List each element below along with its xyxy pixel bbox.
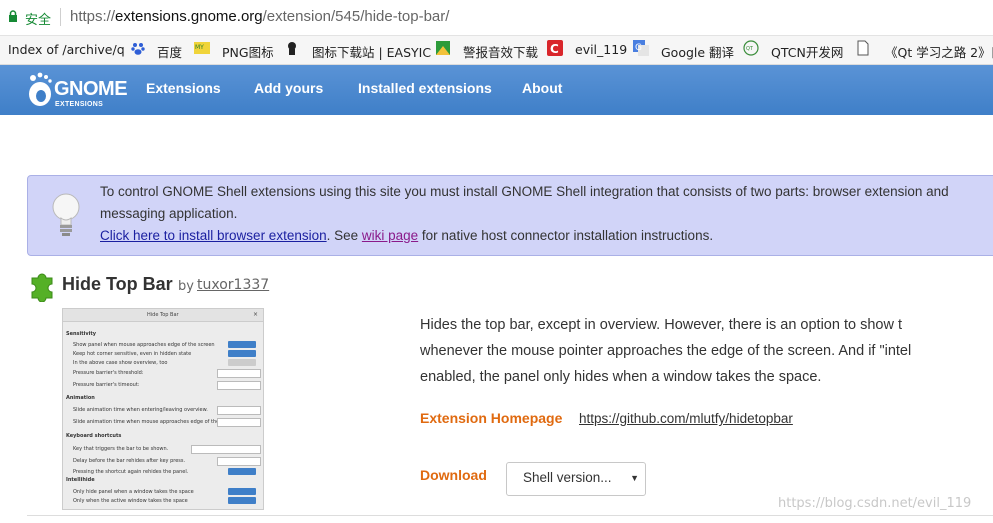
nav-extensions[interactable]: Extensions — [146, 80, 221, 96]
preview-toggle — [228, 359, 256, 366]
svg-text:C: C — [550, 42, 559, 56]
install-extension-link[interactable]: Click here to install browser extension — [100, 228, 327, 243]
preview-row: Key that triggers the bar to be shown. — [73, 446, 169, 452]
preview-heading: Sensitivity — [66, 331, 96, 337]
extension-screenshot[interactable]: Hide Top Bar × Sensitivity Show panel wh… — [62, 308, 264, 510]
homepage-label: Extension Homepage — [420, 410, 563, 426]
description-line: enabled, the panel only hides when a win… — [420, 369, 822, 385]
preview-spinbox — [217, 369, 261, 378]
address-divider — [60, 8, 61, 26]
preview-row: Slide animation time when entering/leavi… — [73, 407, 208, 413]
svg-text:G: G — [635, 43, 642, 53]
png-icon: MY — [194, 42, 210, 54]
extension-name: Hide Top Bar — [62, 274, 173, 294]
lightbulb-icon — [52, 193, 80, 236]
homepage-link[interactable]: https://github.com/mlutfy/hidetopbar — [579, 411, 793, 426]
screenshot-title: Hide Top Bar — [147, 312, 179, 318]
preview-heading: Keyboard shortcuts — [66, 433, 122, 439]
preview-row: Keep hot corner sensitive, even in hidde… — [73, 351, 192, 357]
nav-add-yours[interactable]: Add yours — [254, 80, 323, 96]
shell-version-select[interactable]: Shell version... ▼ — [506, 462, 646, 496]
wiki-page-link[interactable]: wiki page — [362, 228, 418, 243]
dropdown-arrow-icon: ▼ — [630, 473, 639, 483]
image-icon — [436, 41, 450, 55]
bookmark-8[interactable]: 《Qt 学习之路 2》目 — [885, 42, 993, 61]
preview-row: Only hide panel when a window takes the … — [73, 489, 194, 495]
watermark: https://blog.csdn.net/evil_119 — [778, 496, 972, 511]
gnome-foot-icon — [29, 72, 52, 106]
qtcn-icon: QT — [743, 40, 759, 56]
address-bar[interactable]: 安全 https://extensions.gnome.org/extensio… — [0, 0, 993, 36]
url-path: /extension/545/hide-top-bar/ — [262, 8, 450, 25]
banner-line-2: messaging application. — [100, 206, 238, 221]
logo-text: GNOME — [54, 78, 128, 100]
nav-installed-extensions[interactable]: Installed extensions — [358, 80, 492, 96]
divider — [27, 515, 993, 516]
description-line: whenever the mouse pointer approaches th… — [420, 343, 912, 359]
preview-row: Show panel when mouse approaches edge of… — [73, 342, 215, 348]
page-icon — [857, 40, 869, 56]
puzzle-icon — [31, 273, 53, 302]
preview-row: In the above case show overview, too — [73, 360, 168, 366]
lock-icon — [9, 10, 17, 22]
preview-toggle — [228, 468, 256, 475]
preview-heading: Animation — [66, 395, 95, 401]
nav-about[interactable]: About — [522, 80, 562, 96]
url-scheme: https:// — [70, 8, 116, 25]
screenshot-titlebar: Hide Top Bar × — [63, 309, 263, 322]
close-icon: × — [252, 311, 258, 318]
bookmark-7[interactable]: QTCN开发网 — [771, 42, 843, 61]
preview-row: Pressure barrier's timeout: — [73, 382, 140, 388]
banner-line-1: To control GNOME Shell extensions using … — [100, 184, 949, 199]
bookmark-2[interactable]: PNG图标 — [222, 42, 274, 61]
bookmark-3[interactable]: 图标下载站 | EASYIC — [312, 42, 431, 61]
bookmarks-bar: Index of /archive/q 百度 MY PNG图标 图标下载站 | … — [0, 36, 993, 65]
bookmark-6[interactable]: Google 翻译 — [661, 42, 734, 61]
download-label: Download — [420, 467, 487, 483]
preview-row: Only when the active window takes the sp… — [73, 498, 188, 504]
preview-spinbox — [217, 418, 261, 427]
preview-spinbox — [217, 457, 261, 466]
banner-rest-text: for native host connector installation i… — [418, 228, 714, 243]
url-host: extensions.gnome.org — [115, 8, 263, 25]
banner-see-text: . See — [326, 228, 362, 243]
description-line: Hides the top bar, except in overview. H… — [420, 317, 902, 333]
bookmark-1[interactable]: 百度 — [157, 42, 182, 61]
extension-description: Hides the top bar, except in overview. H… — [420, 312, 911, 390]
preview-row: Pressing the shortcut again rehides the … — [73, 469, 189, 475]
integration-banner: To control GNOME Shell extensions using … — [27, 175, 993, 256]
preview-toggle — [228, 350, 256, 357]
preview-row: Delay before the bar rehides after key p… — [73, 458, 186, 464]
url-text[interactable]: https://extensions.gnome.org/extension/5… — [70, 8, 449, 25]
extension-author-link[interactable]: tuxor1337 — [197, 277, 269, 293]
preview-spinbox — [217, 381, 261, 390]
preview-heading: Intellihide — [66, 477, 95, 483]
secure-label: 安全 — [25, 13, 52, 28]
translate-icon: G — [633, 40, 649, 56]
shell-version-text: Shell version... — [523, 470, 612, 485]
banner-line-3: Click here to install browser extension.… — [100, 228, 713, 243]
bear-icon — [288, 42, 296, 55]
paw-icon — [131, 43, 145, 55]
bookmark-5[interactable]: evil_119 — [575, 42, 627, 57]
csdn-icon: C — [547, 40, 563, 56]
preview-textbox — [191, 445, 261, 454]
bookmark-0[interactable]: Index of /archive/q — [8, 42, 125, 57]
preview-toggle — [228, 488, 256, 495]
preview-spinbox — [217, 406, 261, 415]
svg-text:QT: QT — [746, 46, 754, 52]
preview-row: Pressure barrier's threshold: — [73, 370, 144, 376]
site-header: GNOME EXTENSIONS Extensions Add yours In… — [0, 65, 993, 115]
preview-toggle — [228, 341, 256, 348]
svg-text:MY: MY — [195, 44, 204, 51]
preview-toggle — [228, 497, 256, 504]
bookmark-4[interactable]: 警报音效下载 — [463, 42, 538, 61]
extension-by: by — [178, 279, 194, 294]
preview-row: Slide animation time when mouse approach… — [73, 419, 240, 425]
logo-subtext: EXTENSIONS — [55, 101, 104, 108]
